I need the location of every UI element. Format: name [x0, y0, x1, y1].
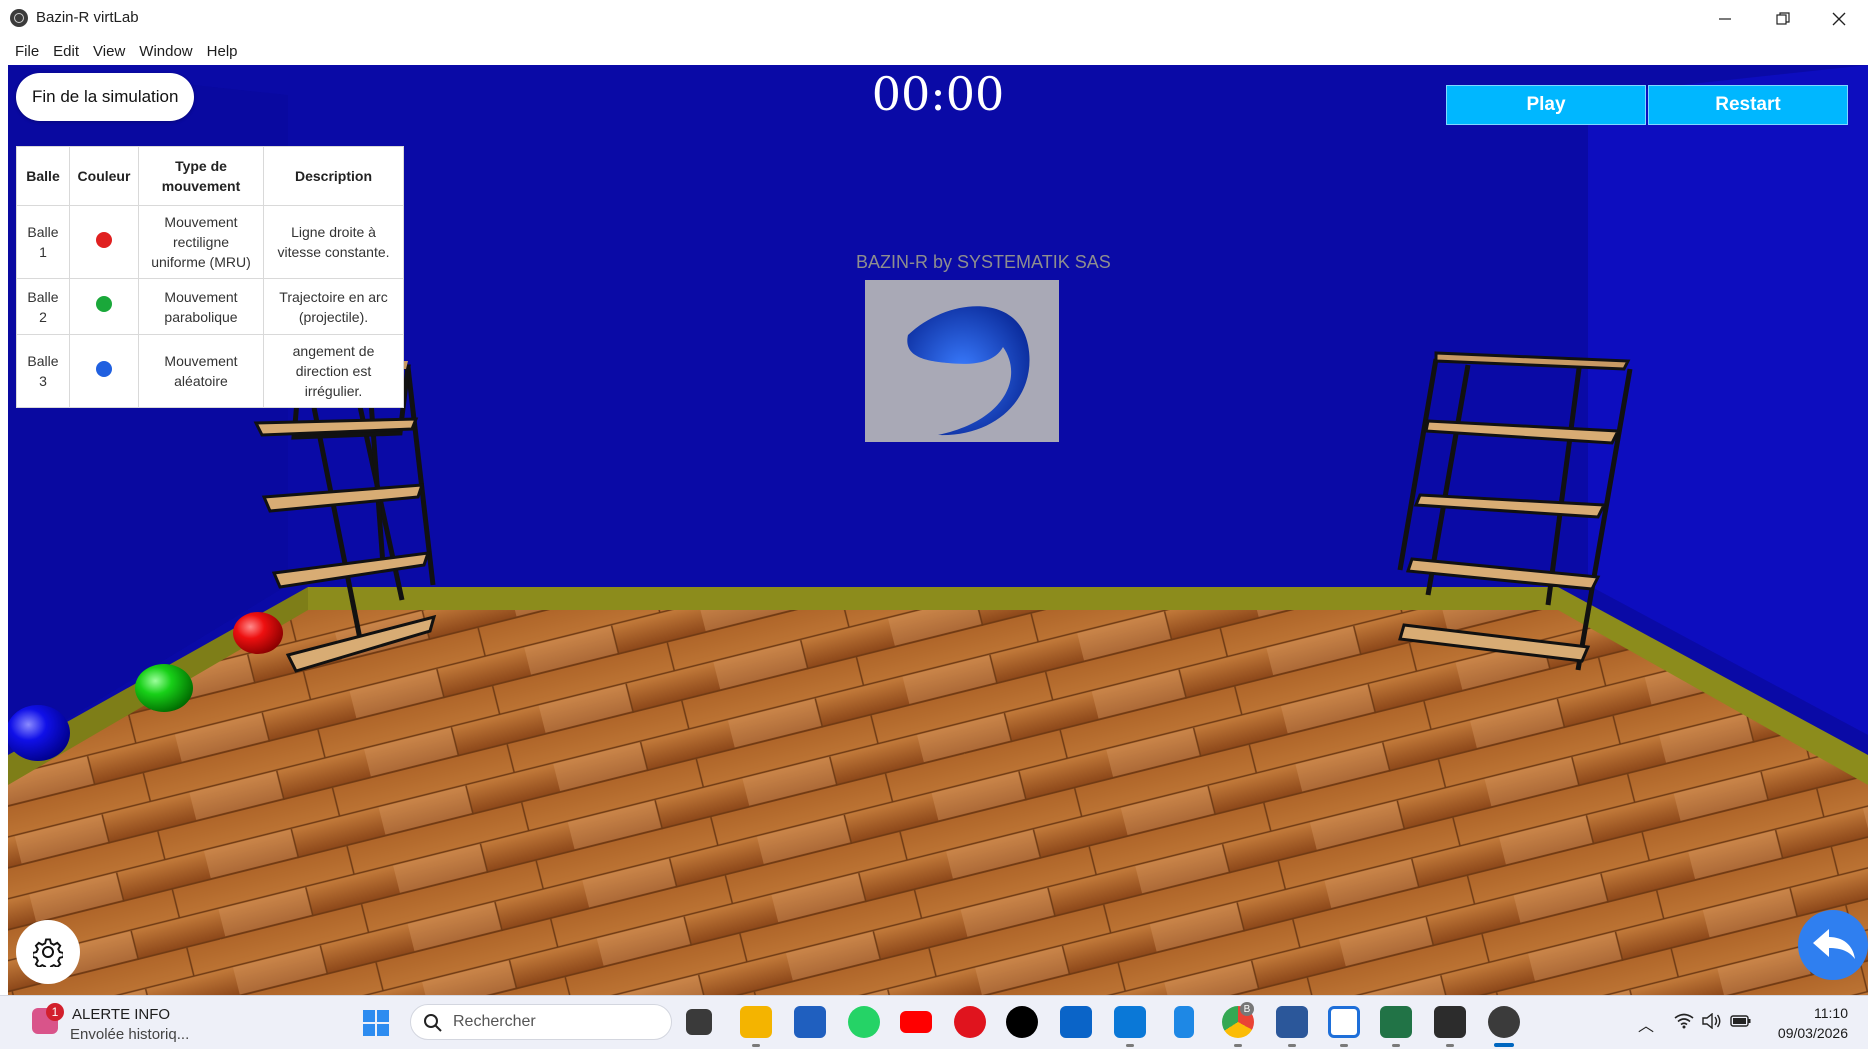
column-header: Couleur [69, 146, 139, 206]
back-arrow-icon [1813, 929, 1855, 959]
running-indicator [752, 1044, 760, 1047]
movement-type: Mouvement rectiligne uniforme (MRU) [138, 205, 264, 279]
outlook-icon[interactable] [1060, 1006, 1092, 1038]
ball-info-table: Balle Couleur Type de mouvement Descript… [16, 146, 404, 408]
search-placeholder: Rechercher [453, 1013, 536, 1030]
bazin-app-icon[interactable] [1488, 1006, 1520, 1038]
app-sync-icon[interactable] [1328, 1006, 1360, 1038]
table-header-row: Balle Couleur Type de mouvement Descript… [16, 146, 404, 206]
color-cell [69, 205, 139, 279]
clock-time[interactable]: 11:10 [1814, 1005, 1848, 1021]
running-indicator [1340, 1044, 1348, 1047]
simulation-viewport[interactable]: Fin de la simulation 00:00 Play Restart … [8, 65, 1868, 995]
red-ball[interactable] [233, 612, 283, 654]
column-header: Balle [16, 146, 70, 206]
blue-dot-icon [96, 360, 112, 377]
taskbar-search[interactable]: Rechercher [410, 1004, 672, 1040]
word-icon[interactable] [1276, 1006, 1308, 1038]
tray-chevron-up-icon[interactable]: ︿ [1638, 1012, 1654, 1036]
bluetooth-icon[interactable] [1174, 1006, 1194, 1038]
menu-file[interactable]: File [8, 43, 46, 60]
close-button[interactable] [1810, 0, 1868, 37]
clock-date[interactable]: 09/03/2026 [1778, 1025, 1848, 1041]
ball-name: Balle 3 [16, 334, 70, 408]
taskbar: 1 ALERTE INFO Envolée historiq... Recher… [0, 995, 1868, 1049]
back-button[interactable] [1798, 910, 1868, 980]
minimize-icon [1719, 17, 1731, 20]
movement-type: Mouvement parabolique [138, 278, 264, 335]
movement-description: angement de direction est irrégulier. [263, 334, 404, 408]
ball-name: Balle 1 [16, 205, 70, 279]
window-title: Bazin-R virtLab [36, 9, 139, 26]
color-cell [69, 334, 139, 408]
remote-desktop-icon[interactable] [1114, 1006, 1146, 1038]
menu-edit[interactable]: Edit [46, 43, 86, 60]
wifi-icon[interactable] [1674, 1013, 1694, 1029]
running-indicator [1446, 1044, 1454, 1047]
movement-description: Trajectoire en arc (projectile). [263, 278, 404, 335]
movement-type: Mouvement aléatoire [138, 334, 264, 408]
menu-bar: File Edit View Window Help [0, 37, 1868, 65]
table-row: Balle 3 Mouvement aléatoire angement de … [16, 334, 404, 408]
table-row: Balle 1 Mouvement rectiligne uniforme (M… [16, 205, 404, 279]
menu-help[interactable]: Help [200, 43, 245, 60]
running-indicator [1234, 1044, 1242, 1047]
column-header: Type de mouvement [138, 146, 264, 206]
title-bar: Bazin-R virtLab [0, 0, 1868, 37]
play-button[interactable]: Play [1446, 85, 1646, 125]
tiktok-icon[interactable] [1006, 1006, 1038, 1038]
excel-icon[interactable] [1380, 1006, 1412, 1038]
microsoft-store-icon[interactable] [794, 1006, 826, 1038]
volume-icon[interactable] [1702, 1013, 1722, 1029]
column-header: Description [263, 146, 404, 206]
app-logo-icon [10, 9, 28, 27]
search-icon [424, 1014, 442, 1032]
running-indicator [1392, 1044, 1400, 1047]
red-dot-icon [96, 231, 112, 248]
news-widget-title[interactable]: ALERTE INFO [72, 1006, 170, 1023]
menu-view[interactable]: View [86, 43, 132, 60]
menu-window[interactable]: Window [132, 43, 199, 60]
file-explorer-icon[interactable] [740, 1006, 772, 1038]
battery-icon[interactable] [1730, 1014, 1752, 1028]
news-widget-subtitle[interactable]: Envolée historiq... [70, 1026, 189, 1043]
notification-badge: 1 [46, 1003, 64, 1021]
running-indicator [1288, 1044, 1296, 1047]
brand-caption: BAZIN-R by SYSTEMATIK SAS [856, 252, 1111, 272]
table-row: Balle 2 Mouvement parabolique Trajectoir… [16, 278, 404, 335]
restart-button[interactable]: Restart [1648, 85, 1848, 125]
movement-description: Ligne droite à vitesse constante. [263, 205, 404, 279]
gear-icon [33, 938, 63, 967]
active-app-indicator [1494, 1043, 1514, 1047]
color-cell [69, 278, 139, 335]
settings-button[interactable] [16, 920, 80, 984]
task-view-icon[interactable] [686, 1009, 712, 1035]
green-ball[interactable] [135, 664, 193, 712]
green-dot-icon [96, 296, 112, 312]
whatsapp-icon[interactable] [848, 1006, 880, 1038]
youtube-icon[interactable] [900, 1011, 932, 1033]
windows-start-icon[interactable] [362, 1009, 390, 1037]
minimize-button[interactable] [1696, 0, 1754, 37]
restore-button[interactable] [1754, 0, 1812, 37]
restore-icon [1776, 11, 1790, 25]
opera-icon[interactable] [954, 1006, 986, 1038]
blue-ball[interactable] [8, 705, 70, 761]
chrome-profile-badge: B [1240, 1002, 1254, 1016]
ball-name: Balle 2 [16, 278, 70, 335]
running-indicator [1126, 1044, 1134, 1047]
terminal-icon[interactable] [1434, 1006, 1466, 1038]
close-icon [1832, 12, 1846, 25]
